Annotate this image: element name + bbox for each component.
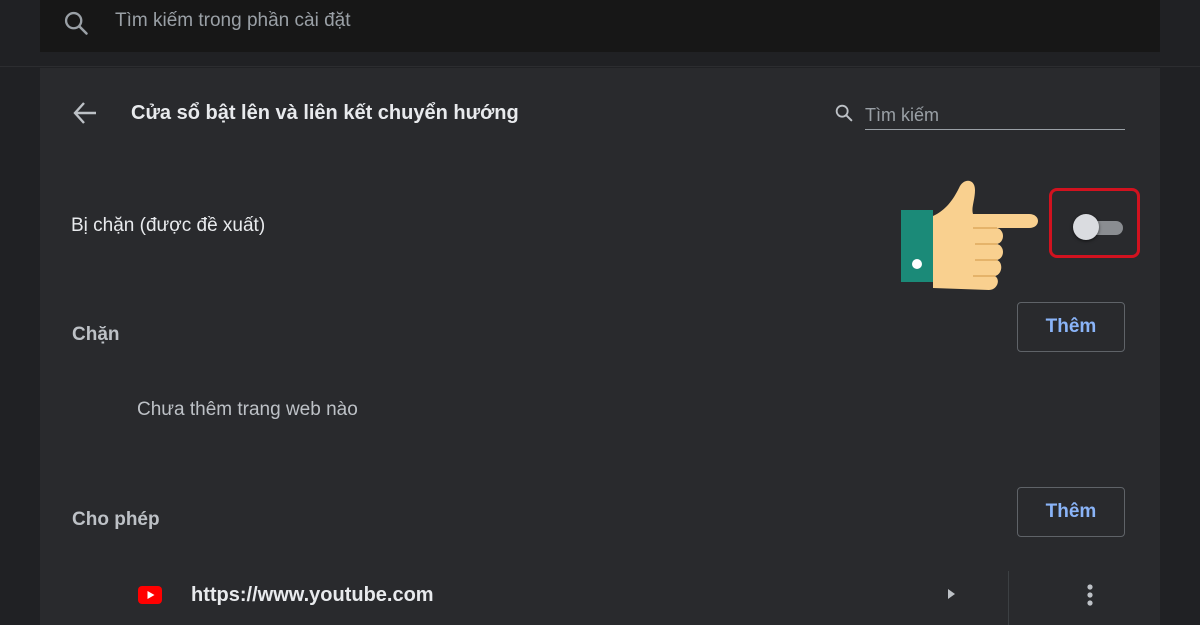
site-search-input[interactable] bbox=[865, 101, 1125, 130]
blocked-section-title: Chặn bbox=[72, 324, 120, 345]
more-vert-icon[interactable] bbox=[1078, 581, 1102, 609]
page-title: Cửa sổ bật lên và liên kết chuyển hướng bbox=[131, 102, 519, 124]
arrow-back-icon[interactable] bbox=[70, 99, 100, 127]
settings-search-bar[interactable]: Tìm kiếm trong phần cài đặt bbox=[40, 0, 1160, 52]
allowed-site-row[interactable]: https://www.youtube.com bbox=[40, 571, 1160, 625]
toggle-knob bbox=[1073, 214, 1099, 240]
settings-search-placeholder[interactable]: Tìm kiếm trong phần cài đặt bbox=[115, 9, 351, 33]
youtube-icon bbox=[138, 586, 162, 604]
header-divider bbox=[0, 66, 1200, 67]
chevron-right-icon[interactable] bbox=[944, 585, 958, 603]
popups-settings-card: Cửa sổ bật lên và liên kết chuyển hướng … bbox=[40, 68, 1160, 625]
add-blocked-site-button[interactable]: Thêm bbox=[1017, 302, 1125, 352]
settings-page: Tìm kiếm trong phần cài đặt Cửa sổ bật l… bbox=[0, 0, 1200, 625]
site-search[interactable] bbox=[830, 98, 1128, 132]
blocked-setting-label: Bị chặn (được đề xuất) bbox=[71, 215, 266, 236]
search-icon bbox=[835, 104, 853, 122]
blocked-toggle[interactable] bbox=[1069, 214, 1125, 240]
row-divider bbox=[1008, 571, 1009, 625]
blocked-empty-message: Chưa thêm trang web nào bbox=[137, 399, 358, 420]
add-allowed-site-button[interactable]: Thêm bbox=[1017, 487, 1125, 537]
pointing-hand-icon bbox=[901, 180, 1038, 290]
search-icon bbox=[64, 11, 88, 35]
allowed-section-title: Cho phép bbox=[72, 509, 160, 530]
site-url[interactable]: https://www.youtube.com bbox=[191, 583, 434, 607]
